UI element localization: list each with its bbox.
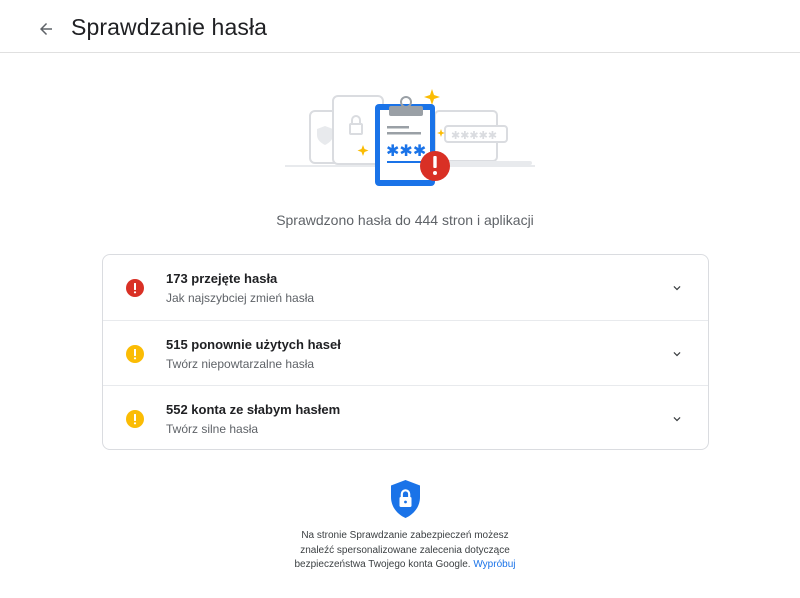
error-icon [126,279,144,297]
shield-lock-icon [391,480,420,518]
app-header: Sprawdzanie hasła [0,0,800,53]
row-subtitle: Twórz niepowtarzalne hasła [166,357,315,371]
svg-text:✱✱✱: ✱✱✱ [386,141,426,160]
arrow-back-icon [40,23,52,35]
compromised-passwords-row[interactable]: 173 przejęte hasła Jak najszybciej zmień… [103,255,708,320]
chevron-down-icon[interactable] [667,278,687,298]
promo-text: bezpieczeństwa Twojego konta Google. [294,559,471,570]
chevron-down-icon[interactable] [667,344,687,364]
row-title: 552 konta ze słabym hasłem [166,402,341,417]
warning-icon [126,410,144,428]
try-it-link[interactable]: Wypróbuj [473,559,515,570]
back-button[interactable] [33,16,59,42]
reused-passwords-row[interactable]: 515 ponownie użytych haseł Twórz niepowt… [103,320,708,386]
svg-text:✱✱✱✱✱: ✱✱✱✱✱ [451,129,497,142]
row-subtitle: Jak najszybciej zmień hasła [166,291,315,305]
page-title: Sprawdzanie hasła [71,14,268,40]
row-title: 173 przejęte hasła [166,271,278,286]
warning-icon [126,345,144,363]
row-subtitle: Twórz silne hasła [166,422,259,436]
promo-line: Na stronie Sprawdzanie zabezpieczeń może… [301,530,509,541]
row-title: 515 ponownie użytych haseł [166,337,341,352]
chevron-down-icon[interactable] [667,409,687,429]
checked-summary: Sprawdzono hasła do 444 stron i aplikacj… [276,212,534,228]
promo-line-with-link: bezpieczeństwa Twojego konta Google. Wyp… [0,558,800,573]
weak-passwords-row[interactable]: 552 konta ze słabym hasłem Twórz silne h… [103,385,708,449]
password-issues-card: 173 przejęte hasła Jak najszybciej zmień… [102,254,709,450]
password-checkup-illustration: ✱✱✱✱✱ ✱✱✱ [285,89,535,186]
security-checkup-promo: Na stronie Sprawdzanie zabezpieczeń może… [0,529,800,573]
promo-line: znaleźć spersonalizowane zalecenia dotyc… [300,544,510,556]
